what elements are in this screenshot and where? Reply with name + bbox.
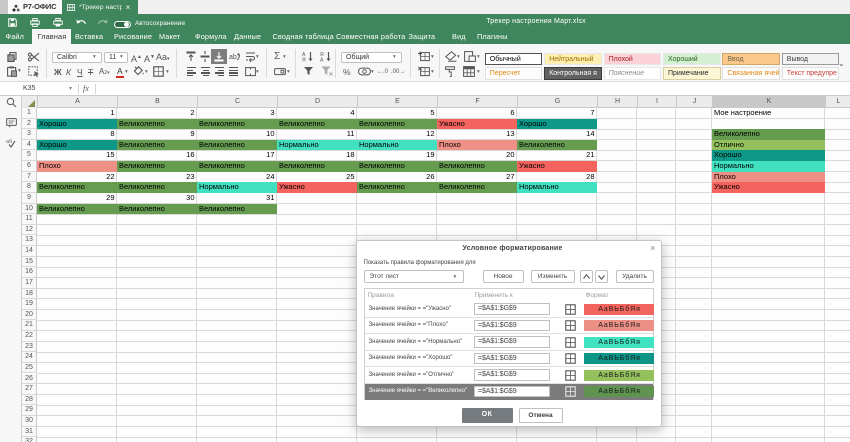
- svg-text:аб: аб: [6, 139, 12, 145]
- svg-text:А: А: [320, 58, 324, 62]
- svg-text:Я: Я: [302, 58, 306, 62]
- svg-text:ab: ab: [229, 54, 237, 61]
